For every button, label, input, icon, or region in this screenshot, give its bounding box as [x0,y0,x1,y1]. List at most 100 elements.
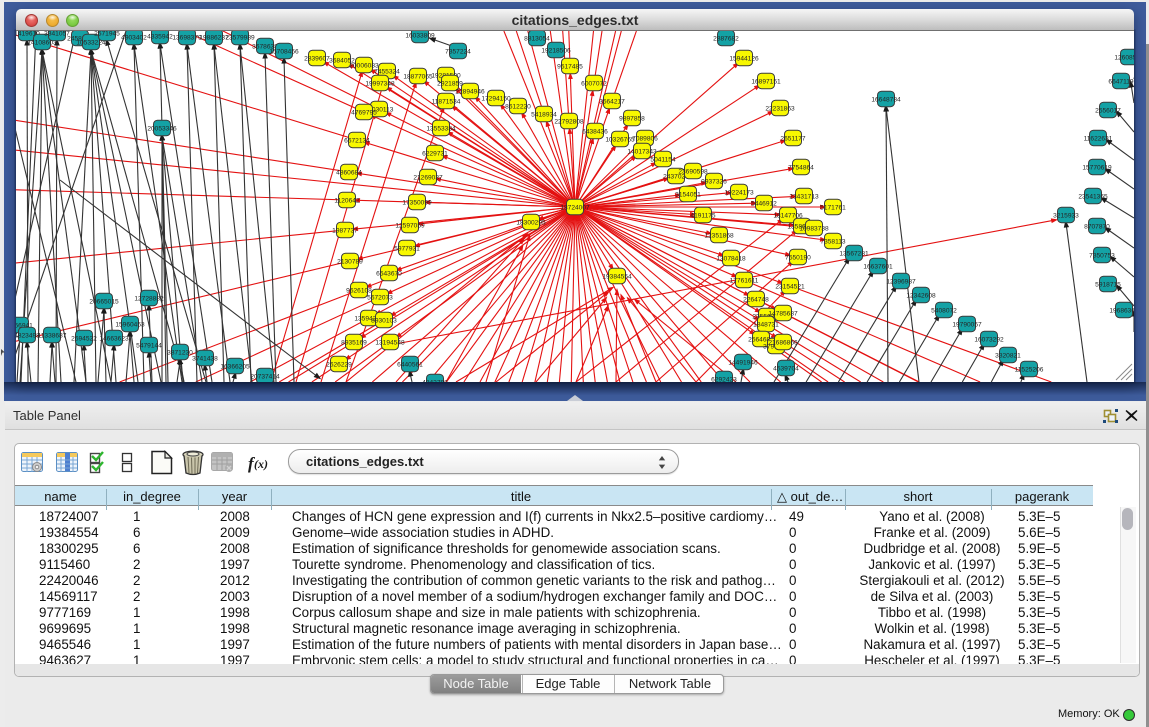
svg-text:4860684: 4860684 [336,169,362,176]
svg-text:9897858: 9897858 [619,115,645,122]
svg-text:16637601: 16637601 [863,263,893,270]
svg-text:11525206: 11525206 [1015,366,1044,373]
svg-text:12608513: 12608513 [1114,54,1134,61]
svg-text:18724007: 18724007 [560,204,590,211]
svg-text:5977931: 5977931 [394,245,420,252]
svg-text:20737414: 20737414 [250,373,280,380]
svg-text:2264748: 2264748 [743,296,769,303]
svg-text:9626108: 9626108 [346,287,372,294]
svg-text:21686866: 21686866 [768,339,798,346]
svg-text:5446912: 5446912 [751,200,777,207]
svg-text:2694522: 2694522 [71,335,97,342]
svg-text:6292423: 6292423 [711,376,737,382]
svg-text:11622631: 11622631 [1084,135,1113,142]
svg-text:6007072: 6007072 [581,80,607,87]
svg-text:16366205: 16366205 [220,363,250,370]
svg-text:13078418: 13078418 [716,255,746,262]
svg-text:4842788: 4842788 [422,379,448,382]
svg-text:15960453: 15960453 [115,321,145,328]
svg-text:19224173: 19224173 [724,189,754,196]
svg-text:19218506: 19218506 [541,47,571,54]
svg-text:17761611: 17761611 [730,277,759,284]
svg-text:15770619: 15770619 [1082,164,1112,171]
svg-text:2651177: 2651177 [780,135,806,142]
svg-text:16897151: 16897151 [751,78,781,85]
svg-text:18300295: 18300295 [516,219,546,226]
svg-text:14663623: 14663623 [99,335,129,342]
svg-text:16648784: 16648784 [871,96,901,103]
svg-text:7357224: 7357224 [445,48,471,55]
svg-text:6647119: 6647119 [1108,78,1134,85]
svg-text:5479144: 5479144 [136,342,162,349]
svg-text:10983738: 10983738 [799,225,829,232]
svg-text:2921859: 2921859 [437,80,463,87]
svg-text:8930103: 8930103 [371,317,397,324]
svg-text:23431713: 23431713 [789,193,819,200]
svg-text:12396987: 12396987 [886,278,916,285]
svg-text:15708456: 15708456 [269,48,299,55]
svg-text:17294150: 17294150 [481,95,511,102]
svg-text:2626229: 2626229 [326,361,352,368]
svg-text:19997348: 19997348 [365,80,395,87]
svg-text:23541365: 23541365 [1078,193,1108,200]
svg-text:10326765: 10326765 [605,136,635,143]
svg-text:13194548: 13194548 [375,339,405,346]
svg-text:17350099: 17350099 [402,199,432,206]
svg-text:7350753: 7350753 [1089,252,1115,259]
svg-text:12342608: 12342608 [906,292,936,299]
svg-text:12597059: 12597059 [395,222,425,229]
svg-text:5408072: 5408072 [931,307,957,314]
svg-text:7089806: 7089806 [632,135,658,142]
svg-text:2556017: 2556017 [1095,107,1121,114]
svg-text:6672134: 6672134 [344,137,370,144]
svg-text:5171761: 5171761 [820,204,846,211]
svg-text:20665015: 20665015 [89,298,119,305]
svg-text:7754864: 7754864 [788,164,814,171]
svg-text:6229731: 6229731 [422,150,448,157]
svg-text:15944126: 15944126 [729,55,759,62]
svg-text:1848731: 1848731 [753,321,779,328]
svg-text:13698379: 13698379 [172,34,202,41]
svg-text:23154521: 23154521 [775,283,805,290]
svg-text:12351868: 12351868 [704,232,734,239]
svg-text:23690598: 23690598 [678,168,708,175]
svg-text:19790057: 19790057 [952,321,982,328]
svg-text:1987737: 1987737 [332,227,358,234]
svg-text:7358113: 7358113 [820,238,846,245]
svg-text:16073292: 16073292 [974,336,1004,343]
svg-text:4191175: 4191175 [690,212,716,219]
svg-text:5418934: 5418934 [531,111,557,118]
svg-text:13553384: 13553384 [426,125,456,132]
svg-text:2130789: 2130789 [337,258,363,265]
svg-text:13567281: 13567281 [839,250,869,257]
svg-text:14017343: 14017343 [627,148,657,155]
svg-text:4769795: 4769795 [351,109,377,116]
svg-text:6440561: 6440561 [397,361,423,368]
svg-text:19686361: 19686361 [1109,307,1134,314]
svg-text:8707870: 8707870 [1084,223,1110,230]
svg-text:4539704: 4539704 [773,365,799,372]
svg-text:6438436: 6438436 [582,128,608,135]
svg-text:7455324: 7455324 [374,68,400,75]
svg-text:22792808: 22792808 [554,118,584,125]
svg-text:2887682: 2887682 [713,35,739,42]
svg-text:3564217: 3564217 [599,98,625,105]
svg-text:8935169: 8935169 [341,339,367,346]
svg-text:4335942: 4335942 [147,33,173,40]
svg-text:22894946: 22894946 [455,88,485,95]
svg-text:3741438: 3741438 [192,355,218,362]
svg-text:11338687: 11338687 [38,332,67,339]
svg-text:8813054: 8813054 [524,35,550,42]
svg-text:(x): (x) [254,457,268,471]
svg-text:4903402: 4903402 [121,34,147,41]
svg-text:16033809: 16033809 [405,32,435,39]
svg-text:12728882: 12728882 [134,295,164,302]
svg-text:7550190: 7550190 [785,254,811,261]
svg-text:3215933: 3215933 [1053,212,1079,219]
svg-text:8612220: 8612220 [505,103,531,110]
svg-text:19384554: 19384554 [602,273,632,280]
svg-text:3154051: 3154051 [675,191,701,198]
svg-text:5918715: 5918715 [1095,281,1121,288]
svg-text:9937326: 9937326 [701,178,727,185]
svg-text:1120642: 1120642 [334,197,360,204]
